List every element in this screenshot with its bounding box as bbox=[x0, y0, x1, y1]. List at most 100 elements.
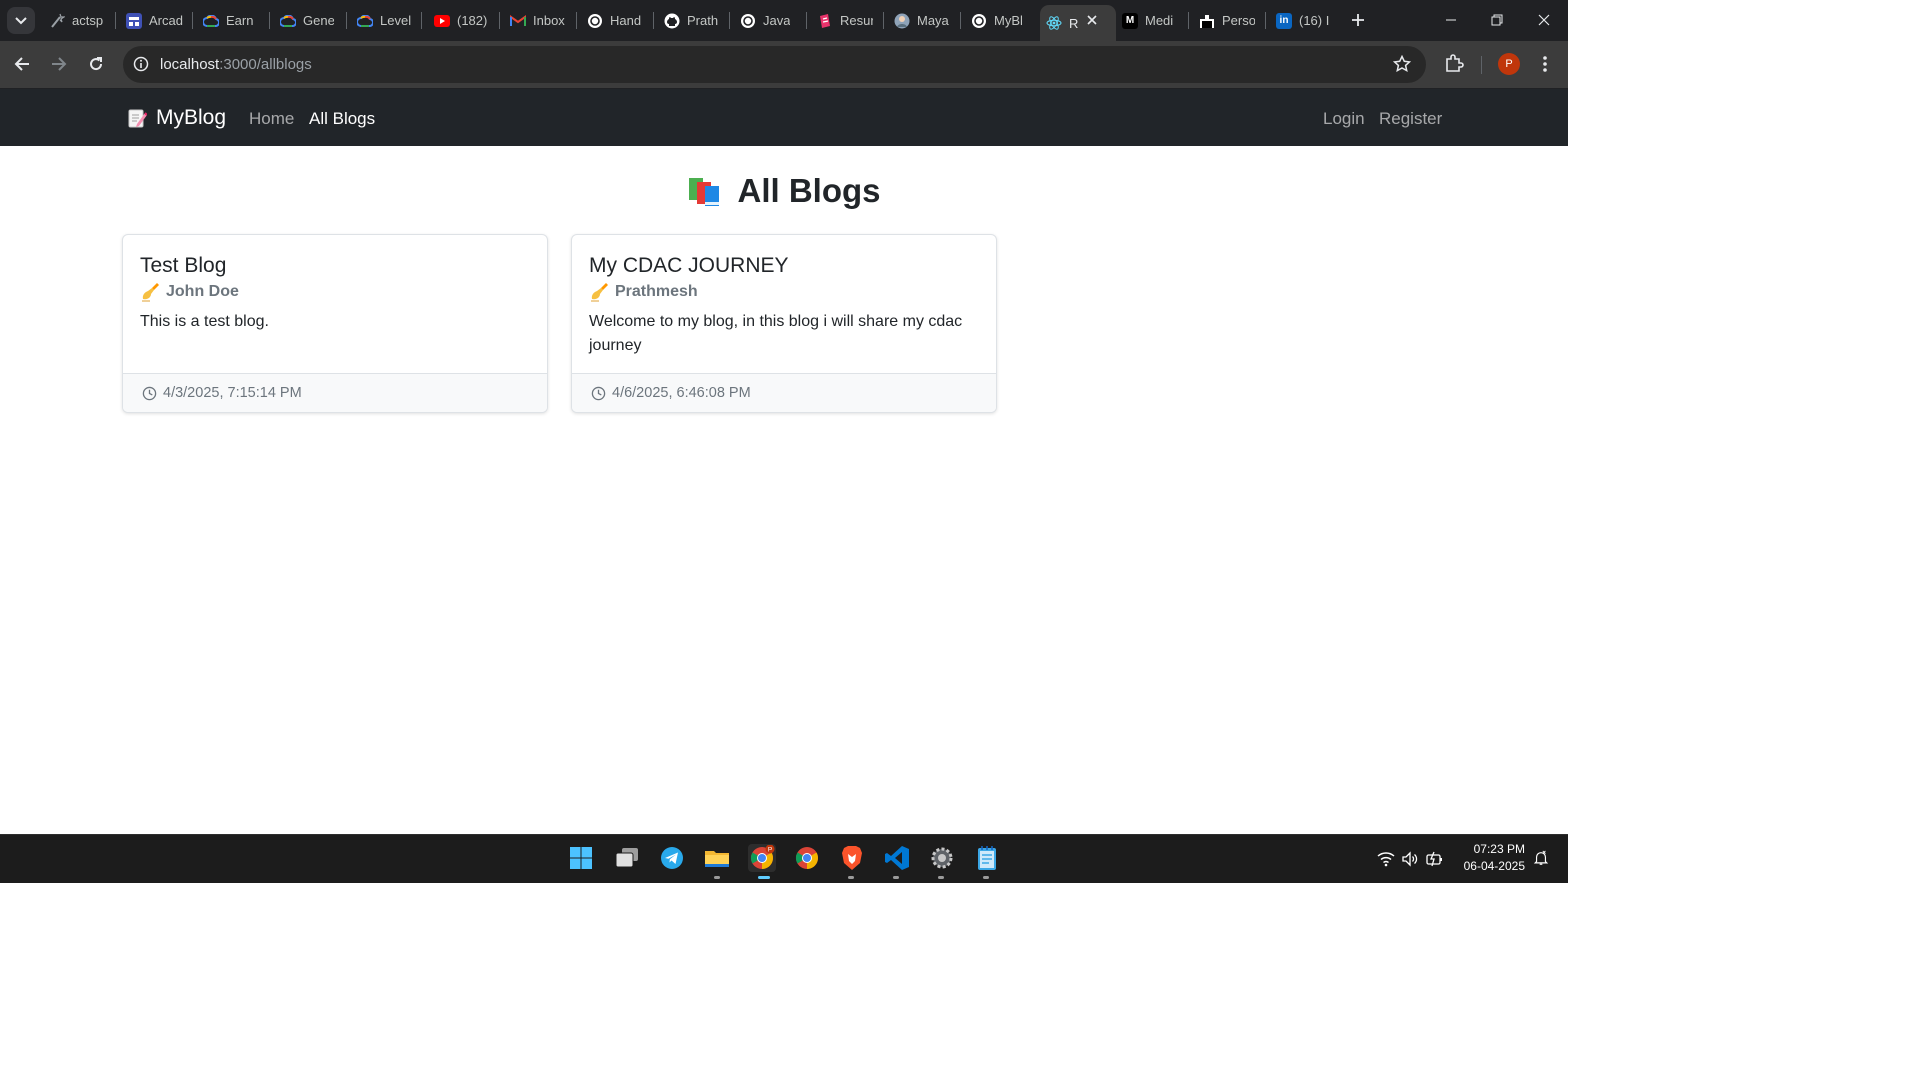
clock-icon bbox=[142, 386, 157, 401]
blog-date: 4/6/2025, 6:46:08 PM bbox=[612, 385, 751, 401]
battery-charging-icon[interactable] bbox=[1426, 851, 1444, 867]
page-title: All Blogs bbox=[0, 172, 1568, 210]
blog-title[interactable]: Test Blog bbox=[140, 254, 226, 278]
close-window-button[interactable] bbox=[1531, 8, 1557, 32]
author-name: John Doe bbox=[166, 283, 239, 300]
google-cloud-icon bbox=[203, 13, 219, 29]
bookmark-star-icon[interactable] bbox=[1392, 54, 1412, 78]
browser-toolbar: localhost:3000/allblogs P bbox=[0, 41, 1568, 89]
browser-tab[interactable]: Perso bbox=[1199, 5, 1255, 36]
browser-tab[interactable]: M Medi bbox=[1122, 5, 1178, 36]
svg-text:P: P bbox=[768, 847, 772, 854]
browser-tab[interactable]: MyBl bbox=[971, 5, 1029, 36]
blog-content: Welcome to my blog, in this blog i will … bbox=[589, 313, 963, 354]
chrome-icon[interactable] bbox=[793, 844, 821, 872]
restore-button[interactable] bbox=[1484, 8, 1510, 32]
nav-register-link[interactable]: Register bbox=[1379, 109, 1442, 129]
forward-button[interactable] bbox=[48, 53, 70, 75]
task-view-icon[interactable] bbox=[613, 844, 641, 872]
brand-link[interactable]: MyBlog bbox=[127, 106, 226, 130]
address-bar[interactable]: localhost:3000/allblogs bbox=[123, 46, 1426, 83]
browser-tab[interactable]: Maya bbox=[894, 5, 950, 36]
resume-icon bbox=[817, 13, 833, 29]
site-icon bbox=[1199, 13, 1215, 29]
writing-hand-icon bbox=[142, 283, 159, 302]
blog-date: 4/3/2025, 7:15:14 PM bbox=[163, 385, 302, 401]
books-icon bbox=[689, 178, 720, 206]
url-text[interactable]: localhost:3000/allblogs bbox=[160, 56, 312, 73]
url-host: localhost bbox=[160, 56, 220, 73]
windows-taskbar: P 07:23 PM 06-04-2025 bbox=[0, 834, 1568, 883]
blog-card[interactable]: My CDAC JOURNEY Prathmesh Welcome to my … bbox=[571, 234, 997, 413]
medium-icon: M bbox=[1122, 12, 1138, 29]
maya-icon bbox=[894, 13, 910, 29]
blog-card-footer: 4/6/2025, 6:46:08 PM bbox=[572, 373, 996, 412]
openai-icon bbox=[971, 13, 987, 29]
reload-icon bbox=[90, 57, 103, 71]
clock-icon bbox=[591, 386, 606, 401]
google-cloud-icon bbox=[280, 13, 296, 29]
browser-tab[interactable]: Java bbox=[740, 5, 796, 36]
profile-avatar[interactable]: P bbox=[1498, 53, 1520, 75]
plus-icon bbox=[1352, 14, 1364, 26]
browser-tab[interactable]: Arcad bbox=[126, 5, 184, 36]
openai-icon bbox=[740, 13, 756, 29]
arrow-right-icon bbox=[52, 57, 67, 71]
nav-login-link[interactable]: Login bbox=[1323, 109, 1365, 129]
brand-text: MyBlog bbox=[156, 106, 227, 129]
openai-icon bbox=[587, 13, 603, 29]
info-icon[interactable] bbox=[132, 55, 150, 73]
browser-tab[interactable]: Prath bbox=[664, 5, 720, 36]
browser-tab[interactable]: Earn bbox=[203, 5, 259, 36]
browser-menu-icon[interactable] bbox=[1536, 53, 1554, 75]
memo-icon bbox=[128, 109, 147, 128]
settings-gear-icon[interactable] bbox=[928, 844, 956, 872]
close-icon bbox=[1538, 14, 1550, 26]
google-cloud-icon bbox=[357, 13, 373, 29]
nav-home-link[interactable]: Home bbox=[249, 109, 294, 129]
new-tab-button[interactable] bbox=[1348, 10, 1368, 30]
taskbar-clock-time[interactable]: 07:23 PM bbox=[1455, 842, 1525, 856]
author-name: Prathmesh bbox=[615, 283, 698, 300]
notification-bell-icon[interactable] bbox=[1532, 850, 1550, 866]
blog-author: Prathmesh bbox=[589, 282, 698, 302]
windows-start-icon[interactable] bbox=[567, 844, 595, 872]
volume-icon[interactable] bbox=[1401, 851, 1419, 867]
browser-tab[interactable]: actsp bbox=[49, 5, 109, 36]
browser-tab[interactable]: in (16) I bbox=[1276, 5, 1332, 36]
chrome-profile-icon[interactable]: P bbox=[748, 844, 776, 872]
minimize-button[interactable] bbox=[1438, 8, 1464, 32]
linkedin-icon: in bbox=[1276, 12, 1292, 29]
browser-tab[interactable]: (182) bbox=[434, 5, 490, 36]
tab-search-button[interactable] bbox=[7, 7, 35, 34]
close-tab-button[interactable] bbox=[1083, 11, 1101, 29]
blog-title[interactable]: My CDAC JOURNEY bbox=[589, 254, 789, 278]
browser-tab[interactable]: Level bbox=[357, 5, 411, 36]
youtube-icon bbox=[434, 13, 450, 29]
blog-card-footer: 4/3/2025, 7:15:14 PM bbox=[123, 373, 547, 412]
browser-tab[interactable]: Resur bbox=[817, 5, 873, 36]
minimize-icon bbox=[1446, 19, 1456, 21]
browser-tab[interactable]: Hand bbox=[587, 5, 643, 36]
blog-author: John Doe bbox=[140, 282, 239, 302]
notepad-icon[interactable] bbox=[973, 844, 1001, 872]
wifi-icon[interactable] bbox=[1377, 851, 1395, 867]
restore-icon bbox=[1491, 14, 1503, 26]
telegram-icon[interactable] bbox=[658, 844, 686, 872]
browser-tab-active[interactable]: R bbox=[1040, 5, 1116, 41]
blog-card[interactable]: Test Blog John Doe This is a test blog. … bbox=[122, 234, 548, 413]
reload-button[interactable] bbox=[85, 53, 107, 75]
browser-tab[interactable]: Inbox bbox=[510, 5, 566, 36]
back-button[interactable] bbox=[11, 53, 33, 75]
vscode-icon[interactable] bbox=[883, 844, 911, 872]
writing-hand-icon bbox=[591, 283, 608, 302]
arcade-icon bbox=[126, 12, 142, 29]
taskbar-clock-date[interactable]: 06-04-2025 bbox=[1455, 859, 1525, 873]
file-explorer-icon[interactable] bbox=[703, 844, 731, 872]
blog-content: This is a test blog. bbox=[140, 313, 269, 330]
page-title-text: All Blogs bbox=[737, 172, 881, 209]
nav-all-blogs-link[interactable]: All Blogs bbox=[309, 109, 375, 129]
brave-icon[interactable] bbox=[838, 844, 866, 872]
extensions-puzzle-icon[interactable] bbox=[1444, 53, 1464, 78]
browser-tab[interactable]: Gene bbox=[280, 5, 334, 36]
